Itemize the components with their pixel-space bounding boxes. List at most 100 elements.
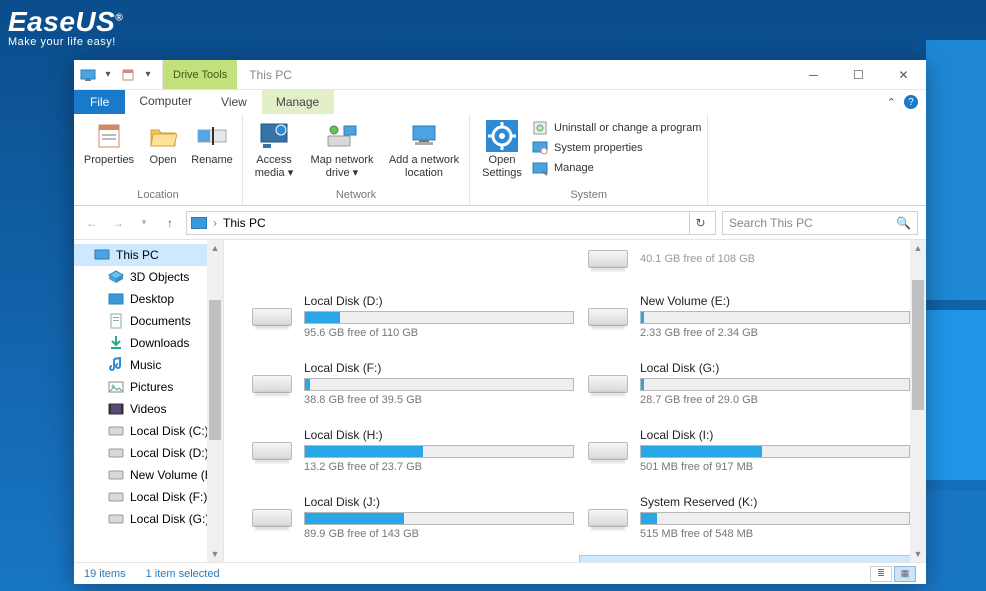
- drive-item[interactable]: New Volume (E:)2.33 GB free of 2.34 GB: [580, 288, 916, 345]
- drive-item[interactable]: Local Disk (L:)64.5 GB free of 98.7 GB: [244, 556, 580, 562]
- sidebar-item-label: Documents: [130, 314, 191, 328]
- add-network-location-button[interactable]: Add a network location: [385, 116, 463, 180]
- ribbon-group-system: Open Settings Uninstall or change a prog…: [470, 114, 708, 205]
- drive-name: New Volume (E:): [640, 294, 910, 308]
- drive-item[interactable]: Local Disk (I:)501 MB free of 917 MB: [580, 422, 916, 479]
- refresh-button[interactable]: ↻: [689, 212, 711, 234]
- tab-computer[interactable]: Computer: [125, 90, 207, 114]
- open-settings-button[interactable]: Open Settings: [476, 116, 528, 180]
- search-input[interactable]: Search This PC 🔍: [722, 211, 918, 235]
- tab-view[interactable]: View: [207, 90, 262, 114]
- sidebar-item-label: Videos: [130, 402, 166, 416]
- back-button[interactable]: ←: [82, 213, 102, 233]
- maximize-button[interactable]: ☐: [836, 60, 881, 89]
- sidebar-item[interactable]: Local Disk (F:): [74, 486, 223, 508]
- chevron-right-icon[interactable]: ›: [213, 216, 217, 230]
- sidebar-item[interactable]: New Volume (E:): [74, 464, 223, 486]
- sidebar-item[interactable]: Documents: [74, 310, 223, 332]
- sidebar-item-label: Local Disk (F:): [130, 490, 207, 504]
- item-icon: [108, 357, 124, 373]
- sidebar-item[interactable]: Downloads: [74, 332, 223, 354]
- sidebar-item[interactable]: Videos: [74, 398, 223, 420]
- drive-name: Local Disk (H:): [304, 428, 574, 442]
- tab-file[interactable]: File: [74, 90, 125, 114]
- drive-item[interactable]: Local Disk (J:)89.9 GB free of 143 GB: [244, 489, 580, 546]
- sidebar-item[interactable]: 3D Objects: [74, 266, 223, 288]
- close-button[interactable]: ✕: [881, 60, 926, 89]
- forward-button[interactable]: →: [108, 213, 128, 233]
- scroll-up-icon[interactable]: ▲: [207, 240, 223, 256]
- address-bar-row: ← → ▾ ↑ › This PC ↻ Search This PC 🔍: [74, 206, 926, 240]
- item-icon: [108, 291, 124, 307]
- open-button[interactable]: Open: [142, 116, 184, 167]
- item-icon: [108, 401, 124, 417]
- scroll-up-icon[interactable]: ▲: [910, 240, 926, 256]
- chevron-down-icon[interactable]: ▾: [140, 67, 156, 83]
- properties-button[interactable]: Properties: [80, 116, 138, 167]
- capacity-bar: [304, 445, 574, 458]
- sidebar-scrollbar[interactable]: ▲ ▼: [207, 240, 223, 562]
- map-drive-icon: [326, 120, 358, 152]
- drive-icon: [250, 369, 294, 399]
- sidebar-item-label: Desktop: [130, 292, 174, 306]
- capacity-bar: [304, 512, 574, 525]
- map-network-drive-button[interactable]: Map network drive ▾: [303, 116, 381, 180]
- sidebar-item[interactable]: Local Disk (C:): [74, 420, 223, 442]
- uninstall-icon: [532, 120, 548, 136]
- content-pane: 40.1 GB free of 108 GB Local Disk (D:)95…: [224, 240, 926, 562]
- qat-properties-icon[interactable]: [120, 67, 136, 83]
- ribbon: Properties Open Rename Location: [74, 114, 926, 206]
- sidebar-item[interactable]: Music: [74, 354, 223, 376]
- sidebar-item[interactable]: Local Disk (G:): [74, 508, 223, 530]
- sidebar-item-label: Local Disk (C:): [130, 424, 209, 438]
- drive-icon: [586, 302, 630, 332]
- media-icon: [258, 120, 290, 152]
- group-label-location: Location: [80, 187, 236, 203]
- drive-icon: [586, 369, 630, 399]
- sidebar-item[interactable]: Desktop: [74, 288, 223, 310]
- item-icon: [108, 467, 124, 483]
- drive-name: Local Disk (D:): [304, 294, 574, 308]
- access-media-button[interactable]: Access media ▾: [249, 116, 299, 180]
- scroll-down-icon[interactable]: ▼: [910, 546, 926, 562]
- search-icon: 🔍: [896, 216, 911, 230]
- drive-item[interactable]: Local Disk (F:)38.8 GB free of 39.5 GB: [244, 355, 580, 412]
- drive-subtext: 40.1 GB free of 108 GB: [640, 253, 910, 265]
- sidebar-item[interactable]: Pictures: [74, 376, 223, 398]
- uninstall-program-link[interactable]: Uninstall or change a program: [532, 120, 701, 136]
- drive-subtext: 89.9 GB free of 143 GB: [304, 528, 574, 540]
- sidebar-item-label: Pictures: [130, 380, 173, 394]
- drive-item[interactable]: Local Disk (D:)95.6 GB free of 110 GB: [244, 288, 580, 345]
- scrollbar-thumb[interactable]: [912, 280, 924, 410]
- manage-link[interactable]: Manage: [532, 160, 701, 176]
- sidebar-item-this-pc[interactable]: This PC: [74, 244, 223, 266]
- collapse-ribbon-icon[interactable]: ⌃: [887, 96, 896, 109]
- drive-icon: [250, 436, 294, 466]
- tab-manage[interactable]: Manage: [262, 90, 334, 114]
- rename-button[interactable]: Rename: [188, 116, 236, 167]
- chevron-down-icon[interactable]: ▾: [100, 67, 116, 83]
- drive-item[interactable]: Local Disk (H:)13.2 GB free of 23.7 GB: [244, 422, 580, 479]
- drive-item[interactable]: System Reserved (K:)515 MB free of 548 M…: [580, 489, 916, 546]
- breadcrumb[interactable]: This PC: [223, 216, 266, 230]
- view-tiles-button[interactable]: ▦: [894, 566, 916, 582]
- view-details-button[interactable]: ≣: [870, 566, 892, 582]
- scrollbar-thumb[interactable]: [209, 300, 221, 440]
- up-button[interactable]: ↑: [160, 213, 180, 233]
- content-scrollbar[interactable]: ▲ ▼: [910, 240, 926, 562]
- sidebar-item[interactable]: Local Disk (D:): [74, 442, 223, 464]
- status-item-count: 19 items: [84, 568, 126, 580]
- system-properties-link[interactable]: System properties: [532, 140, 701, 156]
- drive-item[interactable]: Local Disk (G:)28.7 GB free of 29.0 GB: [580, 355, 916, 412]
- address-bar[interactable]: › This PC ↻: [186, 211, 716, 235]
- drive-name: Local Disk (I:): [640, 428, 910, 442]
- drive-item[interactable]: TRACY (M:)28.9 GB free of 28.9 GB: [580, 556, 916, 562]
- scroll-down-icon[interactable]: ▼: [207, 546, 223, 562]
- minimize-button[interactable]: ─: [791, 60, 836, 89]
- folder-open-icon: [147, 120, 179, 152]
- recent-locations-button[interactable]: ▾: [134, 213, 154, 233]
- help-icon[interactable]: ?: [904, 95, 918, 109]
- drive-item-partial[interactable]: 40.1 GB free of 108 GB: [580, 240, 916, 278]
- group-label-system: System: [476, 187, 701, 203]
- sidebar-item-label: Local Disk (D:): [130, 446, 209, 460]
